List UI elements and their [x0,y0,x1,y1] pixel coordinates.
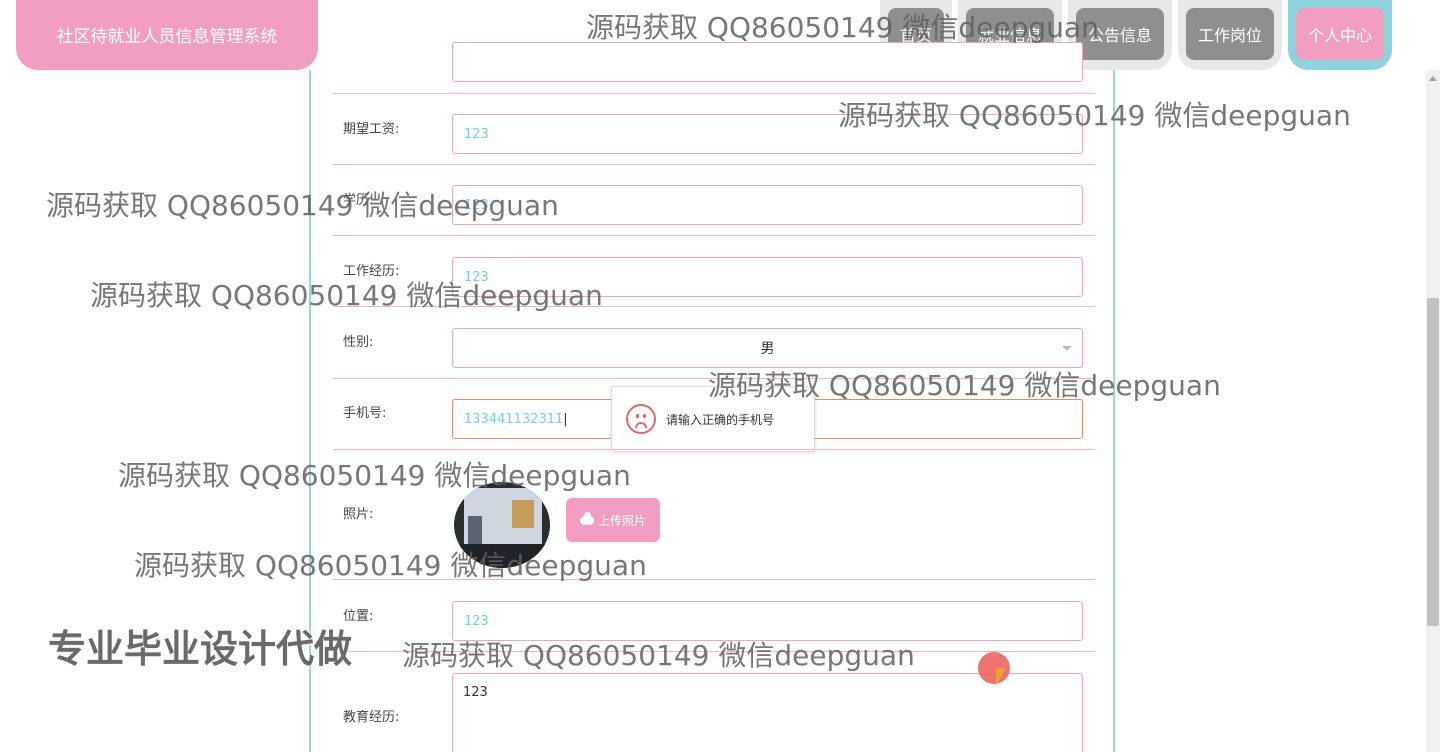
location-input[interactable]: 123 [452,601,1083,641]
brand-title[interactable]: 社区待就业人员信息管理系统 [16,0,318,70]
promo-overlay-text: 专业毕业设计代做 [48,627,353,671]
avatar-photo [454,482,550,568]
profile-form: 期望工资: 123 学历: 123 工作经历: 123 性别: 男 手机号: 1… [309,42,1115,752]
row-divider [333,306,1095,307]
upload-photo-label: 上传照片 [597,513,646,528]
sad-face-icon [626,404,656,434]
text-caret: | [563,411,568,427]
education-history-label: 教育经历: [343,710,400,725]
work-experience-label: 工作经历: [343,264,400,279]
scrollbar-thumb[interactable] [1427,298,1439,626]
expected-salary-input[interactable]: 123 [452,114,1083,154]
work-experience-input[interactable]: 123 [452,257,1083,297]
education-history-textarea[interactable]: 123 [452,673,1083,752]
nav-personal-center[interactable]: 个人中心 [1288,0,1393,70]
mouse-cursor-icon [996,668,1006,686]
page-scrollbar[interactable] [1426,70,1440,752]
upload-photo-button[interactable]: 上传照片 [566,498,660,542]
expected-salary-label: 期望工资: [343,122,400,137]
nav-positions[interactable]: 工作岗位 [1178,0,1283,70]
chevron-down-icon [1062,346,1072,351]
row-divider [333,93,1095,94]
phone-error-tooltip: 请输入正确的手机号 [611,386,815,452]
row-divider [333,164,1095,165]
cloud-upload-icon [579,511,594,525]
scroll-up-arrow-icon[interactable] [1429,76,1437,81]
previous-field-input[interactable] [452,42,1083,82]
nav-announcements[interactable]: 公告信息 [1068,0,1173,70]
nav-positions-label: 工作岗位 [1186,8,1275,60]
gender-select-value: 男 [760,341,775,357]
row-divider [333,378,1095,379]
row-divider [333,579,1095,580]
gender-select[interactable]: 男 [452,328,1083,368]
nav-announcements-label: 公告信息 [1076,8,1165,60]
gender-label: 性别: [343,335,374,350]
row-divider [333,651,1095,652]
photo-label: 照片: [343,507,374,522]
phone-label: 手机号: [343,406,387,421]
phone-input-value: 133441132311 [464,411,564,427]
row-divider [333,449,1095,450]
education-input[interactable]: 123 [452,185,1083,225]
page: 社区待就业人员信息管理系统 首页 就业信息 公告信息 工作岗位 个人中心 期望工… [0,0,1440,752]
phone-error-text: 请输入正确的手机号 [666,412,775,427]
nav-personal-center-label: 个人中心 [1296,8,1385,60]
row-divider [333,235,1095,236]
education-label: 学历: [343,193,374,208]
